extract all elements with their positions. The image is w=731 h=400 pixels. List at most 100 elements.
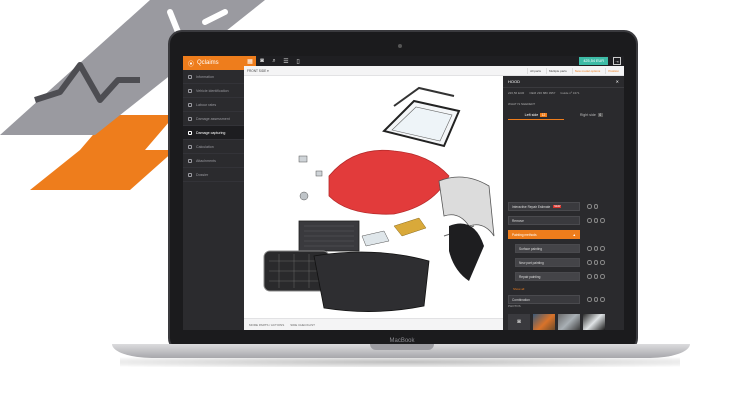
- small-part[interactable]: [299, 191, 309, 201]
- edit-icon[interactable]: [587, 204, 592, 209]
- operation-label: Surface painting: [519, 246, 543, 251]
- operation-interactive-repair-estimate[interactable]: Interactive Repair Estimate NEW: [508, 202, 580, 211]
- side-selector: Left side 12 Right side 0: [508, 110, 619, 120]
- info-icon[interactable]: [593, 204, 598, 209]
- sidebar-item-label: Information: [196, 74, 214, 79]
- app-screen: ⦿ Qclaims Information Vehicle identifica…: [183, 56, 624, 330]
- price-value: 425,54 EUR: [583, 59, 604, 63]
- edit-icon[interactable]: [593, 297, 598, 302]
- gear-icon[interactable]: [587, 218, 592, 223]
- edit-icon[interactable]: [593, 246, 598, 251]
- operation-painting-methods[interactable]: Painting methods ▲: [508, 230, 580, 239]
- info-icon[interactable]: [600, 297, 605, 302]
- bracket-part[interactable]: [393, 217, 427, 237]
- sidebar-item-vehicle-identification[interactable]: Vehicle identification: [183, 84, 244, 98]
- operation-combination[interactable]: Combination: [508, 295, 580, 304]
- sidebar: ⦿ Qclaims Information Vehicle identifica…: [183, 56, 244, 330]
- app-logo[interactable]: ⦿ Qclaims: [183, 56, 244, 70]
- more-parts-actions-link[interactable]: MORE PARTS / ACTIONS: [249, 323, 284, 327]
- exit-icon[interactable]: ⇥: [613, 57, 621, 65]
- operation-action-icons: [587, 274, 605, 279]
- sidebar-item-damage-assessment[interactable]: Damage assessment: [183, 112, 244, 126]
- laptop-notch: [370, 344, 434, 350]
- sidebar-item-damage-capturing[interactable]: Damage capturing: [183, 126, 244, 140]
- operation-label: Combination: [512, 297, 530, 302]
- info-icon[interactable]: [600, 218, 605, 223]
- gear-icon[interactable]: [587, 274, 592, 279]
- gear-icon[interactable]: [587, 260, 592, 265]
- gear-icon[interactable]: [587, 246, 592, 251]
- hood-part[interactable]: [328, 149, 450, 215]
- headlight-part[interactable]: [361, 230, 390, 247]
- total-price-button[interactable]: 425,54 EUR: [579, 57, 608, 65]
- sidebar-item-label: Vehicle identification: [196, 88, 229, 93]
- exploded-car-diagram: [263, 86, 495, 312]
- operation-remove[interactable]: Remove: [508, 216, 580, 225]
- operation-label: Remove: [512, 218, 524, 223]
- damage-photo-thumbnail[interactable]: [533, 314, 555, 330]
- car-icon: [188, 88, 192, 93]
- edit-icon[interactable]: [593, 260, 598, 265]
- top-toolbar: ▦ ◙ ⌕ ☰ ▯ 425,54 EUR ⇥: [244, 56, 624, 66]
- laptop-shadow: [120, 357, 680, 367]
- side-count-badge: 12: [540, 112, 547, 117]
- damage-photo-thumbnail[interactable]: [583, 314, 605, 330]
- operation-label: Painting methods: [512, 232, 537, 237]
- tab-new-model-options[interactable]: New model options: [571, 67, 603, 74]
- part-oem-number: OEM 236 880 3957: [529, 91, 556, 95]
- add-photo-button[interactable]: ◙: [508, 314, 530, 330]
- document-icon[interactable]: ▯: [292, 56, 304, 66]
- logo-text: Qclaims: [197, 60, 219, 66]
- small-part[interactable]: [298, 155, 308, 163]
- info-icon[interactable]: [600, 274, 605, 279]
- sidebar-item-attachments[interactable]: Attachments: [183, 154, 244, 168]
- info-icon[interactable]: [600, 260, 605, 265]
- operation-repair-painting[interactable]: Repair painting: [515, 272, 580, 281]
- side-label: Left side: [524, 112, 539, 117]
- parts-icon[interactable]: ☰: [280, 56, 292, 66]
- tab-right-side[interactable]: Right side 0: [564, 110, 620, 120]
- part-guide-number: Guide nº 3471: [560, 91, 580, 95]
- info-icon[interactable]: [600, 246, 605, 251]
- panel-header: HOOD ✕: [503, 76, 624, 88]
- grid-icon[interactable]: ▦: [244, 56, 256, 66]
- gear-icon[interactable]: [587, 297, 592, 302]
- parts-viewport: [244, 76, 503, 321]
- new-badge: NEW: [553, 205, 562, 208]
- bumper-part[interactable]: [313, 251, 430, 312]
- folder-icon: [188, 172, 192, 177]
- edit-icon[interactable]: [593, 274, 598, 279]
- sidebar-item-information[interactable]: Information: [183, 70, 244, 84]
- sidebar-item-calculation[interactable]: Calculation: [183, 140, 244, 154]
- side-checklist-link[interactable]: SIDE CHECKLIST: [290, 323, 315, 327]
- search-icon[interactable]: ⌕: [268, 56, 280, 66]
- operation-surface-painting[interactable]: Surface painting: [515, 244, 580, 253]
- paperclip-icon: [188, 158, 192, 163]
- operation-new-part-painting[interactable]: New part painting: [515, 258, 580, 267]
- small-part[interactable]: [315, 170, 323, 177]
- side-count-badge: 0: [597, 113, 603, 117]
- wrench-icon: [188, 130, 192, 135]
- edit-icon[interactable]: [593, 218, 598, 223]
- camera-icon[interactable]: ◙: [256, 56, 268, 66]
- show-all-link[interactable]: Show all: [513, 287, 524, 291]
- tab-left-side[interactable]: Left side 12: [508, 110, 564, 120]
- operation-action-icons: [587, 260, 605, 265]
- laptop-brand: MacBook: [389, 338, 415, 344]
- tab-multiple-parts[interactable]: Multiple parts: [545, 67, 569, 74]
- damage-photo-thumbnail[interactable]: [558, 314, 580, 330]
- side-label: Right side: [579, 113, 596, 117]
- viewport-bottom-bar: MORE PARTS / ACTIONS SIDE CHECKLIST: [244, 318, 503, 330]
- part-price: 226,56 EUR: [508, 91, 525, 95]
- operation-action-icons: [587, 246, 605, 251]
- info-icon: [188, 74, 192, 79]
- tab-all-parts[interactable]: All parts: [527, 67, 543, 74]
- logo-icon: ⦿: [188, 61, 195, 68]
- view-selector[interactable]: FRONT SIDE ▾: [244, 66, 503, 76]
- close-icon[interactable]: ✕: [616, 79, 619, 84]
- tab-position[interactable]: Position: [605, 67, 621, 74]
- wheel-arch-part[interactable]: [449, 223, 484, 282]
- operation-label: Repair painting: [519, 274, 541, 279]
- sidebar-item-dossier[interactable]: Dossier: [183, 168, 244, 182]
- sidebar-item-labour-rates[interactable]: Labour rates: [183, 98, 244, 112]
